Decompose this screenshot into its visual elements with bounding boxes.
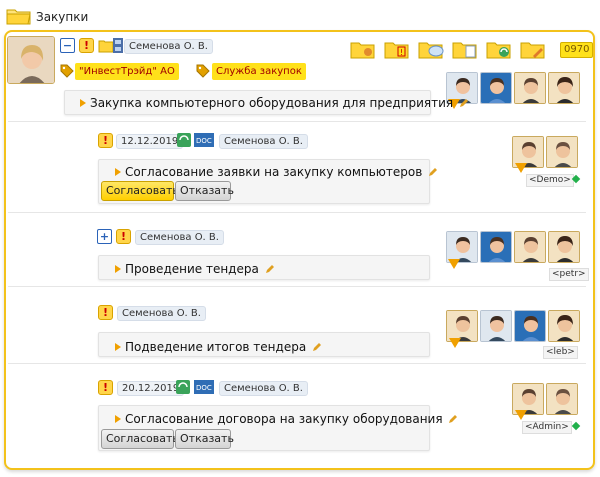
- task-title: Согласование договора на закупку оборудо…: [115, 412, 458, 426]
- approve-button[interactable]: Согласовать: [101, 429, 179, 449]
- owner-chip: Семенова О. В.: [135, 230, 224, 245]
- task-title-label: Согласование договора на закупку оборудо…: [125, 412, 443, 426]
- svg-text:!: !: [400, 48, 403, 57]
- folder-document-icon[interactable]: [452, 38, 478, 60]
- doc-icon[interactable]: DOC: [194, 380, 214, 394]
- pencil-icon[interactable]: [428, 167, 438, 177]
- task-title: Подведение итогов тендера: [115, 340, 322, 354]
- svg-text:DOC: DOC: [196, 137, 212, 145]
- arrow-icon: [115, 415, 121, 423]
- tag-icon: [60, 64, 74, 78]
- participant-avatar[interactable]: [546, 136, 578, 168]
- participant-avatar[interactable]: [480, 231, 512, 263]
- arrow-icon: [115, 343, 121, 351]
- divider: [8, 363, 586, 364]
- participant-avatar[interactable]: [548, 310, 580, 342]
- pencil-icon[interactable]: [265, 264, 275, 274]
- task-title-label: Подведение итогов тендера: [125, 340, 307, 354]
- date-chip: 20.12.2019: [117, 381, 185, 396]
- tag-company[interactable]: "ИнвестТрэйд" АО: [75, 63, 179, 80]
- approve-button[interactable]: Согласовать: [101, 181, 179, 201]
- root-task-title: Закупка компьютерного оборудования для п…: [80, 96, 469, 110]
- pin-icon: [515, 410, 527, 420]
- participant-avatar[interactable]: [548, 72, 580, 104]
- alert-icon[interactable]: !: [98, 380, 113, 395]
- page-title: Закупки: [36, 10, 89, 24]
- task-title: Проведение тендера: [115, 262, 275, 276]
- participant-avatar[interactable]: [548, 231, 580, 263]
- owner-chip: Семенова О. В.: [117, 306, 206, 321]
- alert-icon[interactable]: !: [79, 38, 94, 53]
- divider: [8, 121, 586, 122]
- alert-icon[interactable]: !: [98, 305, 113, 320]
- user-label: <Admin>: [522, 421, 572, 434]
- arrow-icon: [115, 168, 121, 176]
- root-task-label: Закупка компьютерного оборудования для п…: [90, 96, 454, 110]
- tag-icon: [196, 64, 210, 78]
- pin-icon: [448, 259, 460, 269]
- pencil-icon[interactable]: [459, 98, 469, 108]
- refresh-icon[interactable]: [176, 380, 190, 394]
- participant-avatar[interactable]: [514, 72, 546, 104]
- folder-icon: [6, 9, 31, 25]
- task-title-label: Проведение тендера: [125, 262, 259, 276]
- pencil-icon[interactable]: [312, 342, 322, 352]
- pencil-icon[interactable]: [448, 414, 458, 424]
- participant-avatar[interactable]: [546, 383, 578, 415]
- film-icon: [113, 38, 123, 53]
- participant-avatar[interactable]: [480, 310, 512, 342]
- divider: [8, 212, 586, 213]
- reject-button[interactable]: Отказать: [175, 181, 234, 201]
- pin-icon: [449, 338, 461, 348]
- counter-badge: 0970: [560, 42, 594, 58]
- alert-icon[interactable]: !: [98, 133, 113, 148]
- participant-avatar[interactable]: [514, 310, 546, 342]
- avatar: [7, 36, 55, 84]
- collapse-button[interactable]: −: [60, 38, 75, 53]
- tag-department[interactable]: Служба закупок: [212, 63, 306, 80]
- arrow-icon: [115, 265, 121, 273]
- participant-avatar[interactable]: [514, 231, 546, 263]
- user-label: <leb>: [543, 346, 578, 359]
- refresh-icon[interactable]: [177, 133, 191, 147]
- folder-icon: [98, 40, 114, 53]
- folder-comment-icon[interactable]: [418, 38, 444, 60]
- reject-button[interactable]: Отказать: [175, 429, 234, 449]
- folder-refresh-icon[interactable]: [486, 38, 512, 60]
- arrow-icon: [80, 99, 86, 107]
- owner-chip: Семенова О. В.: [124, 39, 213, 54]
- alert-icon[interactable]: !: [116, 229, 131, 244]
- folder-alert-icon[interactable]: !: [384, 38, 410, 60]
- participants: [446, 231, 580, 263]
- folder-edit-icon[interactable]: [520, 38, 546, 60]
- user-label: <Demo>: [526, 174, 574, 187]
- owner-chip: Семенова О. В.: [219, 134, 308, 149]
- pin-icon: [515, 163, 527, 173]
- svg-text:DOC: DOC: [196, 384, 212, 392]
- user-label: <petr>: [549, 268, 589, 281]
- expand-button[interactable]: +: [97, 229, 112, 244]
- task-title: Согласование заявки на закупку компьютер…: [115, 165, 438, 179]
- owner-chip: Семенова О. В.: [219, 381, 308, 396]
- date-chip: 12.12.2019: [116, 134, 184, 149]
- doc-icon[interactable]: DOC: [194, 133, 214, 147]
- task-title-label: Согласование заявки на закупку компьютер…: [125, 165, 423, 179]
- folder-user-icon[interactable]: [350, 38, 376, 60]
- participant-avatar[interactable]: [480, 72, 512, 104]
- divider: [8, 286, 586, 287]
- participants: [446, 310, 580, 342]
